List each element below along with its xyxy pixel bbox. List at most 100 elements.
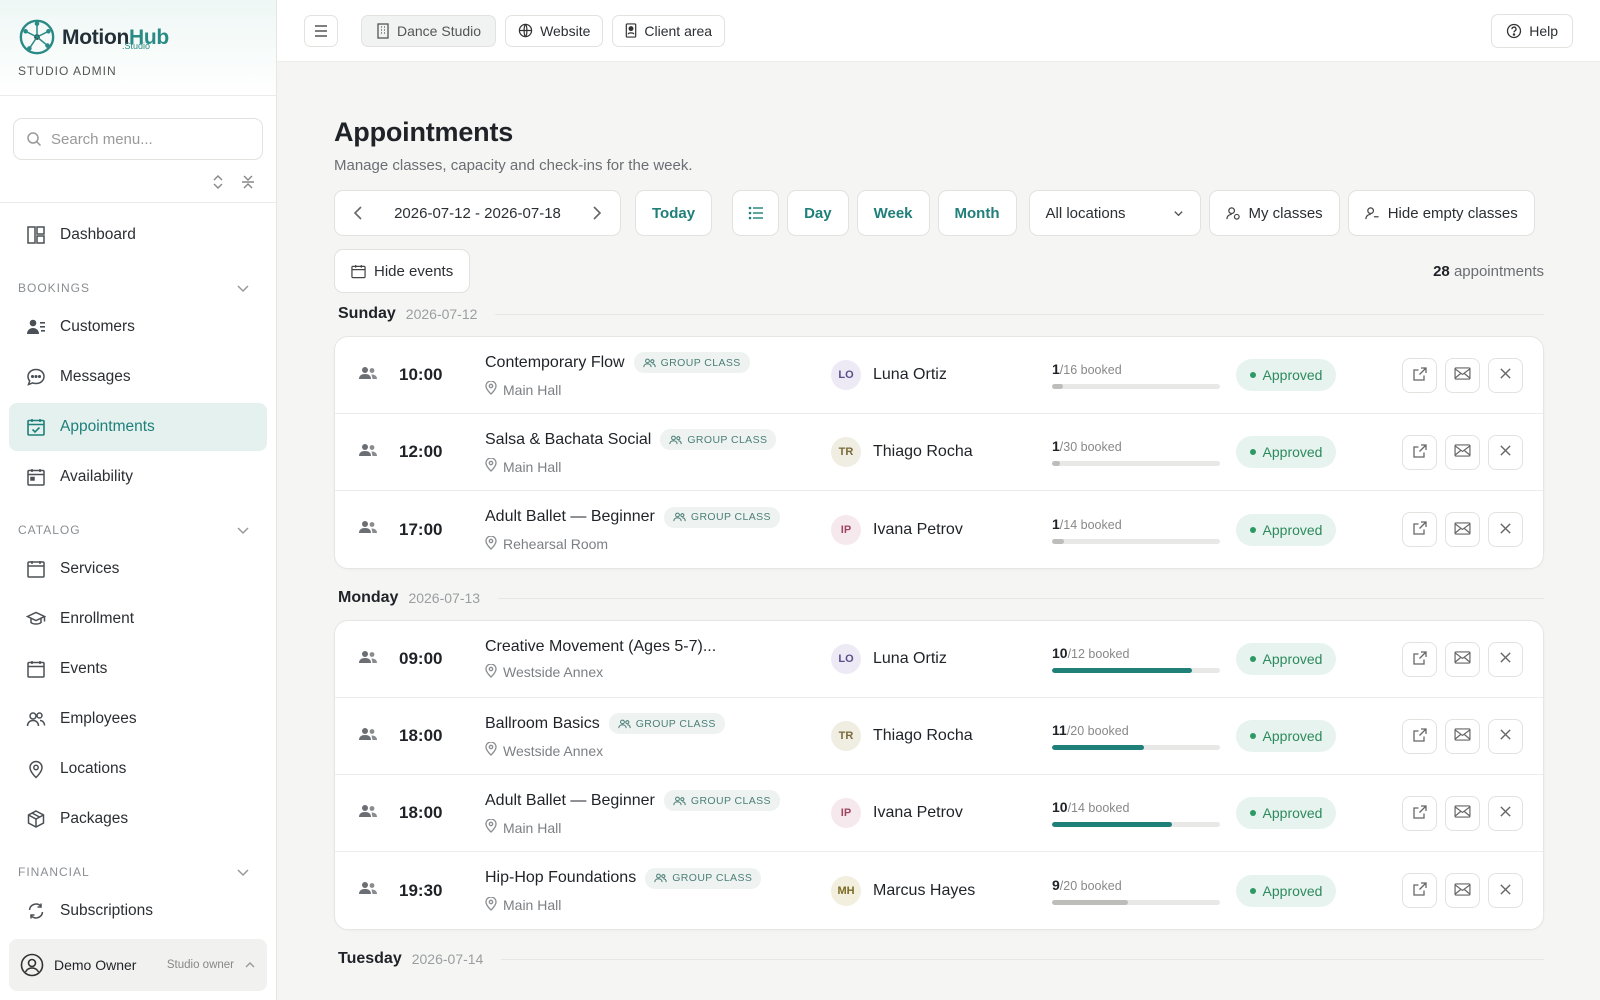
help-button[interactable]: Help (1491, 13, 1573, 48)
class-name[interactable]: Contemporary Flow (485, 354, 625, 372)
sidebar-item-events[interactable]: Events (9, 645, 267, 693)
email-attendees-button[interactable] (1445, 512, 1480, 547)
class-name[interactable]: Ballroom Basics (485, 715, 600, 733)
mail-icon (1454, 444, 1471, 460)
capacity-bar (1052, 745, 1220, 750)
avatar: MH (831, 875, 861, 906)
map-pin-icon (485, 380, 497, 398)
external-link-icon (1412, 366, 1428, 385)
logo-text: MotionHub (62, 27, 169, 48)
class-name[interactable]: Creative Movement (Ages 5-7)... (485, 638, 716, 656)
class-name[interactable]: Hip-Hop Foundations (485, 869, 636, 887)
cancel-appointment-button[interactable] (1488, 795, 1523, 831)
expand-all-icon[interactable] (210, 174, 226, 190)
day-date: 2026-07-12 (405, 306, 478, 322)
sidebar-item-packages[interactable]: Packages (9, 795, 267, 843)
class-name[interactable]: Adult Ballet — Beginner (485, 508, 655, 526)
section-financial[interactable]: FINANCIAL (9, 845, 267, 887)
logo-text-part1: Motion (62, 25, 130, 49)
cancel-appointment-button[interactable] (1488, 873, 1523, 908)
menu-toggle-button[interactable] (304, 14, 338, 47)
sidebar-item-appointments[interactable]: Appointments (9, 403, 267, 451)
cancel-appointment-button[interactable] (1488, 641, 1523, 677)
cancel-appointment-button[interactable] (1488, 434, 1523, 470)
hide-empty-classes-button[interactable]: Hide empty classes (1347, 190, 1535, 236)
sidebar-item-enrollment[interactable]: Enrollment (9, 595, 267, 643)
sidebar-item-services[interactable]: Services (9, 545, 267, 593)
collapse-all-icon[interactable] (240, 174, 256, 190)
open-appointment-button[interactable] (1402, 357, 1437, 393)
cancel-appointment-button[interactable] (1488, 357, 1523, 393)
section-bookings[interactable]: BOOKINGS (9, 261, 267, 303)
calendar-icon (351, 264, 366, 278)
appointment-row[interactable]: 09:00 Creative Movement (Ages 5-7)... We… (335, 621, 1543, 698)
search-menu[interactable] (13, 118, 263, 160)
badge-label: GROUP CLASS (672, 872, 753, 884)
class-name[interactable]: Salsa & Bachata Social (485, 431, 651, 449)
hide-events-button[interactable]: Hide events (334, 249, 471, 293)
open-appointment-button[interactable] (1402, 512, 1437, 547)
email-attendees-button[interactable] (1445, 795, 1480, 831)
sidebar-item-employees[interactable]: Employees (9, 695, 267, 743)
status-badge: Approved (1236, 436, 1336, 468)
cancel-appointment-button[interactable] (1488, 512, 1523, 547)
class-name[interactable]: Adult Ballet — Beginner (485, 792, 655, 810)
chevron-right-icon[interactable] (592, 205, 602, 221)
today-button[interactable]: Today (635, 190, 713, 236)
appointment-row[interactable]: 12:00 Salsa & Bachata Social GROUP CLASS… (335, 414, 1543, 491)
open-appointment-button[interactable] (1402, 641, 1437, 677)
status-badge: Approved (1236, 797, 1336, 829)
open-appointment-button[interactable] (1402, 873, 1437, 908)
email-attendees-button[interactable] (1445, 641, 1480, 677)
divider (498, 597, 1544, 599)
badge-label: GROUP CLASS (635, 717, 716, 730)
week-view-button[interactable]: Week (856, 190, 930, 236)
status-badge: Approved (1236, 359, 1336, 391)
email-attendees-button[interactable] (1445, 434, 1480, 470)
appointment-row[interactable]: 10:00 Contemporary Flow GROUP CLASS Main… (335, 337, 1543, 414)
appointment-time: 10:00 (399, 365, 443, 384)
appointment-row[interactable]: 18:00 Ballroom Basics GROUP CLASS Westsi… (335, 698, 1543, 775)
open-appointment-button[interactable] (1402, 795, 1437, 831)
instructor: IP Ivana Petrov (831, 798, 1052, 828)
list-view-button[interactable] (732, 190, 780, 236)
email-attendees-button[interactable] (1445, 873, 1480, 908)
sidebar-item-availability[interactable]: Availability (9, 453, 267, 501)
appointment-row[interactable]: 18:00 Adult Ballet — Beginner GROUP CLAS… (335, 775, 1543, 852)
client-area-button[interactable]: Client area (612, 14, 726, 47)
location-select[interactable]: All locations (1028, 190, 1201, 236)
instructor-name: Ivana Petrov (873, 804, 963, 821)
studio-switcher-button[interactable]: Dance Studio (361, 14, 497, 47)
search-input[interactable] (51, 130, 241, 148)
mail-icon (1454, 521, 1471, 538)
sidebar-item-customers[interactable]: Customers (9, 303, 267, 351)
sidebar-item-subscriptions[interactable]: Subscriptions (9, 887, 267, 935)
cancel-appointment-button[interactable] (1488, 718, 1523, 754)
day-view-button[interactable]: Day (787, 190, 849, 236)
appointment-row[interactable]: 19:30 Hip-Hop Foundations GROUP CLASS Ma… (335, 852, 1543, 929)
capacity-bar (1052, 899, 1220, 905)
chevron-left-icon[interactable] (353, 205, 363, 221)
user-menu[interactable]: Demo Owner Studio owner (9, 939, 267, 991)
my-classes-button[interactable]: My classes (1208, 190, 1340, 236)
capacity-bar-fill (1052, 745, 1145, 750)
email-attendees-button[interactable] (1445, 718, 1480, 754)
sidebar-item-label: Appointments (60, 418, 155, 435)
date-range-label[interactable]: 2026-07-12 - 2026-07-18 (394, 205, 561, 222)
status-badge: Approved (1236, 513, 1336, 546)
month-view-button[interactable]: Month (937, 190, 1017, 236)
mail-icon (1454, 367, 1471, 383)
open-appointment-button[interactable] (1402, 434, 1437, 470)
sidebar-item-locations[interactable]: Locations (9, 745, 267, 793)
globe-icon (518, 23, 533, 38)
list-icon (748, 206, 763, 220)
email-attendees-button[interactable] (1445, 357, 1480, 393)
section-catalog[interactable]: CATALOG (9, 503, 267, 545)
website-button[interactable]: Website (505, 14, 604, 47)
sidebar-item-messages[interactable]: Messages (9, 353, 267, 401)
class-location: Main Hall (503, 897, 562, 913)
appointment-row[interactable]: 17:00 Adult Ballet — Beginner GROUP CLAS… (335, 491, 1543, 568)
sidebar-item-dashboard[interactable]: Dashboard (9, 211, 267, 259)
open-appointment-button[interactable] (1402, 718, 1437, 754)
capacity-bar-fill (1052, 538, 1064, 544)
